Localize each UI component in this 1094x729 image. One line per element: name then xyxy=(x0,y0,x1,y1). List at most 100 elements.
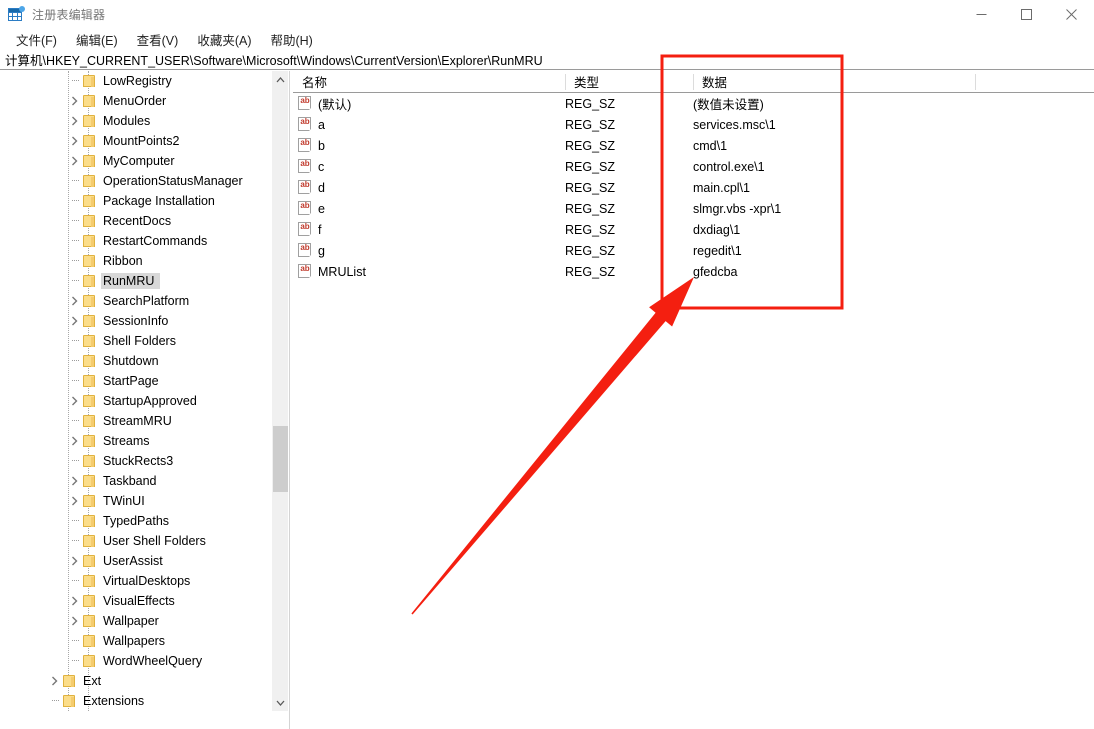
chevron-right-icon[interactable] xyxy=(66,111,82,131)
tree-item[interactable]: Taskband xyxy=(0,471,270,491)
chevron-right-icon[interactable] xyxy=(66,291,82,311)
tree-vertical-scrollbar[interactable] xyxy=(271,71,288,711)
tree-item[interactable]: SearchPlatform xyxy=(0,291,270,311)
value-name-text: (默认) xyxy=(318,98,352,112)
tree-item[interactable]: StuckRects3 xyxy=(0,451,270,471)
column-header-name[interactable]: 名称 xyxy=(293,71,565,92)
tree-item[interactable]: RestartCommands xyxy=(0,231,270,251)
chevron-right-icon[interactable] xyxy=(66,151,82,171)
tree-item[interactable]: SessionInfo xyxy=(0,311,270,331)
maximize-button[interactable] xyxy=(1004,0,1049,28)
tree-item[interactable]: Ribbon xyxy=(0,251,270,271)
tree-item-label: Taskband xyxy=(103,474,157,488)
tree-item[interactable]: TypedPaths xyxy=(0,511,270,531)
value-row[interactable]: ab a REG_SZ services.msc\1 xyxy=(293,114,1094,135)
menu-item-favorites[interactable]: 收藏夹(A) xyxy=(188,28,260,51)
tree-item[interactable]: Shell Folders xyxy=(0,331,270,351)
tree-item[interactable]: StreamMRU xyxy=(0,411,270,431)
value-name-text: d xyxy=(318,180,325,195)
value-type-cell: REG_SZ xyxy=(565,117,616,132)
tree-item[interactable]: StartupApproved xyxy=(0,391,270,411)
folder-icon xyxy=(82,154,98,168)
tree-item[interactable]: Shutdown xyxy=(0,351,270,371)
chevron-right-icon[interactable] xyxy=(66,311,82,331)
tree-item-label: StreamMRU xyxy=(103,414,172,428)
value-row[interactable]: ab b REG_SZ cmd\1 xyxy=(293,135,1094,156)
value-type-cell: REG_SZ xyxy=(565,222,616,237)
tree-item-label: StuckRects3 xyxy=(103,454,174,468)
tree-scroll-thumb[interactable] xyxy=(273,426,288,492)
minimize-button[interactable] xyxy=(959,0,1004,28)
tree-item[interactable]: Modules xyxy=(0,111,270,131)
value-name-cell: ab g xyxy=(298,240,325,261)
tree-item[interactable]: OperationStatusManager xyxy=(0,171,270,191)
value-row[interactable]: ab (默认) REG_SZ (数值未设置) xyxy=(293,93,1094,114)
tree-item-label: VisualEffects xyxy=(103,594,175,608)
value-type-cell: REG_SZ xyxy=(565,201,616,216)
tree-item-label: LowRegistry xyxy=(103,74,172,88)
column-header-type[interactable]: 类型 xyxy=(565,71,693,92)
value-row[interactable]: ab c REG_SZ control.exe\1 xyxy=(293,156,1094,177)
value-row[interactable]: ab g REG_SZ regedit\1 xyxy=(293,240,1094,261)
chevron-right-icon[interactable] xyxy=(66,131,82,151)
menu-item-file[interactable]: 文件(F) xyxy=(7,28,66,51)
tree-connector xyxy=(66,571,82,591)
value-row[interactable]: ab MRUList REG_SZ gfedcba xyxy=(293,261,1094,282)
value-row[interactable]: ab d REG_SZ main.cpl\1 xyxy=(293,177,1094,198)
tree-item[interactable]: LowRegistry xyxy=(0,71,270,91)
column-divider[interactable] xyxy=(975,74,976,90)
menu-item-help[interactable]: 帮助(H) xyxy=(261,28,321,51)
tree-item[interactable]: UserAssist xyxy=(0,551,270,571)
title-bar: 注册表编辑器 xyxy=(0,0,1094,28)
chevron-right-icon[interactable] xyxy=(66,591,82,611)
menu-item-view[interactable]: 查看(V) xyxy=(128,28,188,51)
registry-tree[interactable]: LowRegistry MenuOrder Modules MountPoints2 M… xyxy=(0,71,270,711)
close-button[interactable] xyxy=(1049,0,1094,28)
tree-item[interactable]: WordWheelQuery xyxy=(0,651,270,671)
registry-path-text: 计算机\HKEY_CURRENT_USER\Software\Microsoft… xyxy=(5,54,543,68)
registry-editor-icon xyxy=(8,6,25,22)
tree-connector xyxy=(66,411,82,431)
tree-item[interactable]: MountPoints2 xyxy=(0,131,270,151)
value-row[interactable]: ab f REG_SZ dxdiag\1 xyxy=(293,219,1094,240)
tree-item-label: StartupApproved xyxy=(103,394,197,408)
tree-item[interactable]: Wallpaper xyxy=(0,611,270,631)
tree-item[interactable]: RunMRU xyxy=(0,271,270,291)
chevron-right-icon[interactable] xyxy=(66,91,82,111)
values-list[interactable]: ab (默认) REG_SZ (数值未设置) ab a REG_SZ services.msc… xyxy=(293,93,1094,725)
tree-item-label: User Shell Folders xyxy=(103,534,206,548)
chevron-right-icon[interactable] xyxy=(66,391,82,411)
tree-item[interactable]: VirtualDesktops xyxy=(0,571,270,591)
tree-item[interactable]: Extensions xyxy=(0,691,270,711)
folder-icon xyxy=(82,434,98,448)
tree-item[interactable]: Package Installation xyxy=(0,191,270,211)
address-bar[interactable]: 计算机\HKEY_CURRENT_USER\Software\Microsoft… xyxy=(0,50,1094,70)
chevron-right-icon[interactable] xyxy=(46,671,62,691)
scroll-up-icon[interactable] xyxy=(272,71,288,88)
tree-item[interactable]: Ext xyxy=(0,671,270,691)
tree-item[interactable]: RecentDocs xyxy=(0,211,270,231)
tree-item[interactable]: VisualEffects xyxy=(0,591,270,611)
tree-item[interactable]: MyComputer xyxy=(0,151,270,171)
tree-item[interactable]: Streams xyxy=(0,431,270,451)
tree-item[interactable]: Wallpapers xyxy=(0,631,270,651)
tree-item[interactable]: StartPage xyxy=(0,371,270,391)
scroll-down-icon[interactable] xyxy=(272,694,288,711)
column-header-data[interactable]: 数据 xyxy=(693,71,975,92)
value-row[interactable]: ab e REG_SZ slmgr.vbs -xpr\1 xyxy=(293,198,1094,219)
chevron-right-icon[interactable] xyxy=(66,551,82,571)
value-name-cell: ab MRUList xyxy=(298,261,366,282)
tree-item[interactable]: User Shell Folders xyxy=(0,531,270,551)
value-data-cell: regedit\1 xyxy=(693,243,742,258)
chevron-right-icon[interactable] xyxy=(66,491,82,511)
chevron-right-icon[interactable] xyxy=(66,611,82,631)
string-value-icon: ab xyxy=(298,264,312,279)
tree-item-label: TWinUI xyxy=(103,494,145,508)
tree-item-label: Streams xyxy=(103,434,150,448)
tree-item[interactable]: TWinUI xyxy=(0,491,270,511)
chevron-right-icon[interactable] xyxy=(66,431,82,451)
tree-item[interactable]: MenuOrder xyxy=(0,91,270,111)
chevron-right-icon[interactable] xyxy=(66,471,82,491)
menu-item-edit[interactable]: 编辑(E) xyxy=(67,28,127,51)
tree-item-label: MenuOrder xyxy=(103,94,167,108)
